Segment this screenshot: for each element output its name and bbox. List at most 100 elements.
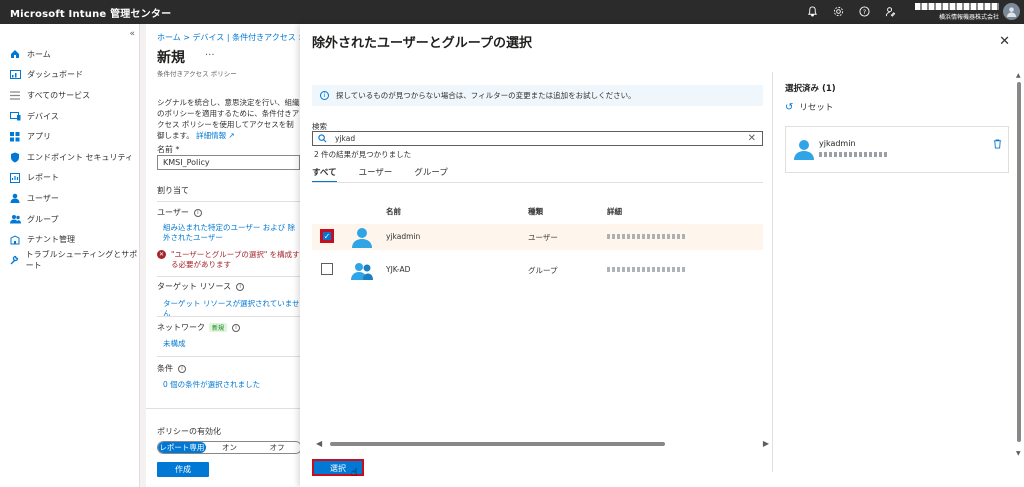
column-header-name: 名前 bbox=[386, 207, 401, 216]
network-link[interactable]: 未構成 bbox=[163, 339, 300, 349]
divider bbox=[157, 201, 300, 202]
scroll-down-icon[interactable]: ▼ bbox=[1016, 450, 1021, 457]
error-icon: ✕ bbox=[157, 250, 166, 259]
account-info[interactable]: 横浜情報機器株式会社 bbox=[915, 3, 999, 21]
target-label: ターゲット リソース bbox=[157, 282, 232, 291]
list-icon bbox=[9, 90, 21, 100]
gear-icon[interactable] bbox=[831, 4, 845, 18]
info-banner: i 探しているものが見つからない場合は、フィルターの変更または追加をお試しくださ… bbox=[312, 85, 763, 106]
scrollbar-thumb[interactable] bbox=[330, 442, 665, 446]
user-avatar-icon bbox=[794, 140, 814, 160]
nav-item-label: すべてのサービス bbox=[27, 90, 91, 100]
row-name: yjkadmin bbox=[386, 232, 421, 241]
vertical-scrollbar[interactable]: ▲ ▼ bbox=[1016, 72, 1022, 457]
reports-icon bbox=[9, 172, 21, 183]
undo-icon: ↺ bbox=[785, 101, 794, 113]
row-checkbox[interactable]: ✓ bbox=[320, 229, 334, 243]
group-avatar-icon bbox=[351, 263, 373, 280]
reset-button[interactable]: ↺ リセット bbox=[785, 101, 1009, 114]
home-icon bbox=[9, 49, 21, 59]
dialog-title: 除外されたユーザーとグループの選択 bbox=[312, 36, 532, 51]
nav-item-label: レポート bbox=[27, 173, 59, 183]
table-row[interactable]: YJK-AD グループ bbox=[312, 257, 763, 283]
policy-name-input[interactable]: KMSI_Policy bbox=[157, 155, 300, 170]
create-button[interactable]: 作成 bbox=[157, 462, 209, 477]
scroll-right-icon[interactable]: ▶ bbox=[763, 439, 769, 448]
row-details-redacted bbox=[607, 267, 685, 272]
tab-users[interactable]: ユーザー bbox=[359, 166, 393, 183]
column-header-details: 詳細 bbox=[607, 207, 622, 216]
user-avatar-icon bbox=[352, 228, 372, 248]
toggle-report-only[interactable]: レポート専用 bbox=[158, 442, 206, 453]
name-label: 名前 * bbox=[157, 145, 180, 154]
learn-more-link[interactable]: 詳細情報 bbox=[196, 131, 226, 140]
account-email-redacted bbox=[915, 3, 999, 10]
close-icon[interactable]: ✕ bbox=[999, 34, 1010, 49]
policy-description: シグナルを統合し、意思決定を行い、組織のポリシーを適用するために、条件付きアクセ… bbox=[157, 97, 300, 141]
users-error-text: "ユーザーとグループの選択" を構成する必要があります bbox=[171, 250, 300, 269]
nav-item-label: テナント管理 bbox=[27, 235, 75, 245]
collapse-nav-icon[interactable]: « bbox=[129, 29, 135, 39]
conditions-section: 条件 i bbox=[157, 363, 186, 374]
policy-blade: ホーム > デバイス | 条件付きアクセス > 新規 ··· 条件付きアクセス … bbox=[146, 24, 302, 487]
enable-policy-label: ポリシーの有効化 bbox=[157, 427, 221, 436]
nav-list: ホーム ダッシュボードすべてのサービスデバイス アプリ エンドポイント セキュリティレ… bbox=[0, 44, 139, 271]
scroll-up-icon[interactable]: ▲ bbox=[1016, 72, 1021, 79]
dashboard-icon bbox=[9, 70, 21, 80]
nav-item[interactable]: トラブルシューティングとサポート bbox=[0, 250, 139, 271]
nav-item[interactable]: エンドポイント セキュリティ bbox=[0, 147, 139, 168]
external-link-icon[interactable]: ↗ bbox=[229, 131, 235, 140]
scroll-left-icon[interactable]: ◀ bbox=[316, 439, 322, 448]
network-section: ネットワーク 新規 i bbox=[157, 322, 241, 333]
table-row[interactable]: ✓ yjkadmin ユーザー bbox=[312, 224, 763, 250]
users-label: ユーザー bbox=[157, 208, 189, 217]
more-options-icon[interactable]: ··· bbox=[205, 50, 215, 61]
filter-tabs: すべて ユーザー グループ bbox=[312, 166, 448, 183]
toggle-off[interactable]: オフ bbox=[253, 442, 301, 453]
nav-item[interactable]: すべてのサービス bbox=[0, 85, 139, 106]
page-title: 新規 bbox=[157, 50, 185, 66]
nav-item-label: ユーザー bbox=[27, 193, 59, 203]
clear-search-icon[interactable]: ✕ bbox=[748, 133, 756, 144]
info-icon[interactable]: i bbox=[178, 364, 186, 373]
nav-item[interactable]: レポート bbox=[0, 168, 139, 189]
nav-item[interactable]: テナント管理 bbox=[0, 229, 139, 250]
feedback-icon[interactable] bbox=[883, 4, 897, 18]
column-header-type: 種類 bbox=[528, 207, 543, 216]
nav-item[interactable]: ユーザー bbox=[0, 188, 139, 209]
users-link[interactable]: 組み込まれた特定のユーザー および 除外されたユーザー bbox=[163, 223, 300, 243]
info-icon[interactable]: i bbox=[232, 323, 241, 332]
search-input[interactable]: yjkad ✕ bbox=[312, 131, 763, 146]
toggle-on[interactable]: オン bbox=[206, 442, 254, 453]
tab-all[interactable]: すべて bbox=[312, 166, 337, 183]
search-value: yjkad bbox=[335, 134, 356, 143]
selected-item-name: yjkadmin bbox=[819, 139, 856, 148]
selected-title: 選択済み (1) bbox=[785, 84, 836, 94]
help-icon[interactable]: ? bbox=[857, 4, 871, 18]
nav-item[interactable]: デバイス bbox=[0, 106, 139, 127]
results-count: 2 件の結果が見つかりました bbox=[314, 150, 412, 159]
apps-icon bbox=[9, 131, 21, 142]
app-title[interactable]: Microsoft Intune 管理センター bbox=[0, 5, 171, 20]
nav-item-label: グループ bbox=[27, 214, 59, 224]
nav-item[interactable]: グループ bbox=[0, 209, 139, 230]
org-name: 横浜情報機器株式会社 bbox=[938, 14, 999, 21]
assignments-heading: 割り当て bbox=[157, 186, 189, 195]
conditions-link[interactable]: 0 個の条件が選択されました bbox=[163, 380, 300, 390]
nav-item[interactable]: ホーム bbox=[0, 44, 139, 65]
selected-item: yjkadmin bbox=[785, 126, 1009, 173]
avatar[interactable] bbox=[1003, 3, 1020, 20]
trash-icon[interactable] bbox=[993, 139, 1002, 152]
mouse-cursor-icon: ☝ bbox=[351, 466, 358, 479]
info-icon[interactable]: i bbox=[236, 282, 245, 291]
row-checkbox[interactable] bbox=[321, 263, 333, 275]
tab-groups[interactable]: グループ bbox=[414, 166, 448, 183]
scrollbar-thumb[interactable] bbox=[1017, 82, 1021, 442]
bell-icon[interactable] bbox=[805, 4, 819, 18]
breadcrumb[interactable]: ホーム > デバイス | 条件付きアクセス > bbox=[157, 32, 300, 43]
nav-item[interactable]: アプリ bbox=[0, 126, 139, 147]
nav-item[interactable]: ダッシュボード bbox=[0, 65, 139, 86]
info-icon[interactable]: i bbox=[193, 208, 202, 217]
network-label: ネットワーク bbox=[157, 323, 205, 332]
horizontal-scrollbar[interactable]: ◀ ▶ bbox=[312, 439, 769, 449]
